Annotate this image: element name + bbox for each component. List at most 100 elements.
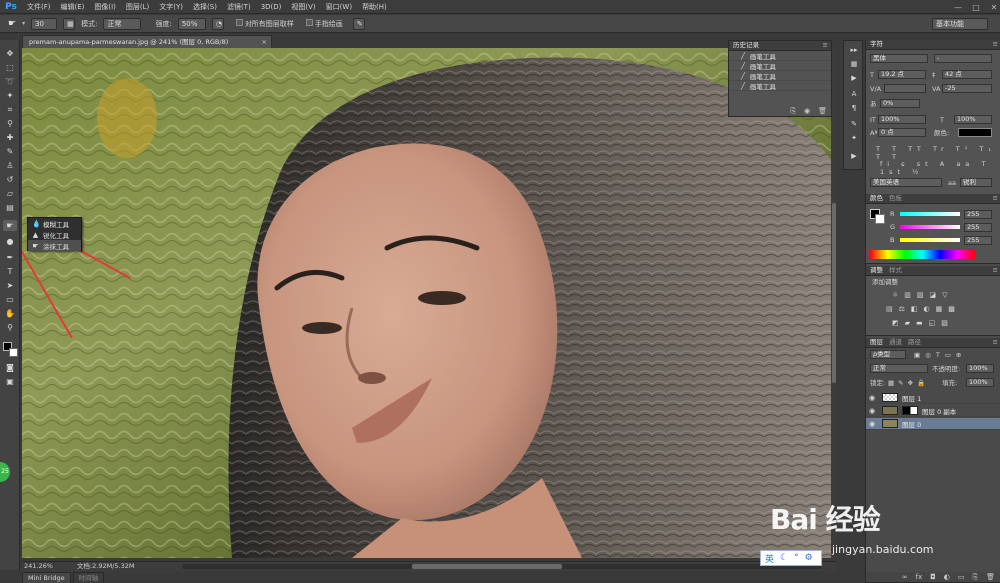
menu-filter[interactable]: 滤镜(T) <box>222 0 256 14</box>
pressure-icon[interactable]: ◔ <box>211 17 224 30</box>
blend-mode-select[interactable]: 正常 <box>870 364 928 373</box>
history-panel-title[interactable]: 历史记录 <box>733 41 759 49</box>
channel-value[interactable]: 255 <box>964 236 992 245</box>
tab-channels[interactable]: 通道 <box>889 338 902 347</box>
menu-help[interactable]: 帮助(H) <box>357 0 392 14</box>
lock-icons[interactable]: ▦✎✥🔒 <box>888 379 929 387</box>
vertical-scrollbar-thumb[interactable] <box>832 203 836 383</box>
finger-paint-checkbox[interactable] <box>305 18 313 26</box>
tab-paths[interactable]: 路径 <box>908 338 921 347</box>
brush-tool-icon[interactable]: ✎ <box>3 146 17 157</box>
gradient-tool-icon[interactable]: ▤ <box>3 202 17 213</box>
collapse-icon[interactable]: ▸▸ <box>848 45 860 55</box>
adjustment-icons-row-3[interactable]: ◩▰▬◱▨ <box>892 319 954 327</box>
list-item[interactable]: ╱ 画笔工具 <box>729 61 831 71</box>
font-size-input[interactable]: 19.2 点 <box>878 70 926 79</box>
menu-image[interactable]: 图像(I) <box>89 0 121 14</box>
pen-tool-icon[interactable]: ✒ <box>3 252 17 263</box>
tab-character[interactable]: 字符 <box>870 40 883 49</box>
sample-all-layers-option[interactable]: 对所有图层取样 <box>235 18 294 29</box>
maximize-icon[interactable]: □ <box>972 3 980 12</box>
menu-view[interactable]: 视图(V) <box>286 0 320 14</box>
brush-panel-toggle-icon[interactable]: ▦ <box>63 17 76 30</box>
trash-icon[interactable]: 🗑 <box>986 572 995 582</box>
smudge-tool-preset-icon[interactable]: ☛ <box>8 19 16 29</box>
eyedropper-tool-icon[interactable]: ⚲ <box>3 118 17 129</box>
horizontal-scrollbar-thumb[interactable] <box>412 564 562 569</box>
table-row[interactable]: ◉ 图层 0 <box>866 418 1000 430</box>
paragraph-panel-icon[interactable]: ¶ <box>848 103 860 113</box>
text-color-swatch[interactable] <box>958 128 992 137</box>
channel-value[interactable]: 255 <box>964 210 992 219</box>
menu-file[interactable]: 文件(F) <box>22 0 56 14</box>
tab-layers[interactable]: 图层 <box>870 338 883 347</box>
quick-mask-icon[interactable]: ◙ <box>3 362 17 373</box>
trash-icon[interactable]: 🗑 <box>818 106 827 116</box>
background-color-swatch[interactable] <box>9 348 18 357</box>
brush-size-preview[interactable]: 30 <box>31 17 58 30</box>
font-style-select[interactable]: - <box>934 54 992 63</box>
table-row[interactable]: ◉ 图层 1 <box>866 392 1000 404</box>
gear-icon[interactable]: ⚙ <box>805 553 813 563</box>
adjustment-icons-row-1[interactable]: ☼▥▨◪▽ <box>892 291 954 299</box>
close-icon[interactable]: ✕ <box>990 3 998 12</box>
eraser-tool-icon[interactable]: ▱ <box>3 188 17 199</box>
eye-icon[interactable]: ◉ <box>866 420 878 428</box>
moon-icon[interactable]: ☾ <box>780 553 788 563</box>
menu-3d[interactable]: 3D(D) <box>256 0 287 14</box>
finger-paint-option[interactable]: 手指绘画 <box>305 18 343 29</box>
ime-language-label[interactable]: 英 <box>765 552 774 565</box>
font-family-select[interactable]: 黑体 <box>870 54 928 63</box>
panel-menu-icon[interactable]: ≡ <box>993 40 998 49</box>
panel-menu-icon[interactable]: ≡ <box>823 41 828 50</box>
menu-type[interactable]: 文字(Y) <box>154 0 188 14</box>
eye-icon[interactable]: ◉ <box>866 407 878 415</box>
new-layer-icon[interactable]: ⎘ <box>973 572 979 582</box>
actions-panel-icon[interactable]: ▶ <box>848 73 860 83</box>
slider-track[interactable] <box>900 225 960 229</box>
mask-icon[interactable]: ◘ <box>930 572 936 582</box>
healing-brush-tool-icon[interactable]: ✚ <box>3 132 17 143</box>
document-close-icon[interactable]: × <box>262 36 267 48</box>
flyout-item-sharpen[interactable]: ▲ 锐化工具 <box>28 229 81 240</box>
tab-timeline[interactable]: 时间轴 <box>72 572 105 583</box>
crop-tool-icon[interactable]: ⌗ <box>3 104 17 115</box>
folder-icon[interactable]: ▭ <box>958 572 965 582</box>
kerning-input[interactable] <box>884 84 926 93</box>
panel-menu-icon[interactable]: ≡ <box>993 338 998 347</box>
document-tab[interactable]: premam-anupama-parmeswaran.jpg @ 241% (图… <box>22 35 272 48</box>
zoom-tool-icon[interactable]: ⚲ <box>3 322 17 333</box>
dodge-tool-icon[interactable]: ● <box>3 236 17 247</box>
horizontal-scrollbar[interactable] <box>182 564 822 569</box>
new-document-icon[interactable]: ⎘ <box>790 106 796 116</box>
flyout-item-smudge[interactable]: ☛ 涂抹工具 <box>28 240 81 251</box>
canvas-area[interactable] <box>22 48 836 558</box>
slider-blue[interactable]: B 255 <box>870 236 995 245</box>
tab-swatches[interactable]: 色板 <box>889 194 902 203</box>
slider-track[interactable] <box>900 212 960 216</box>
tool-presets-icon[interactable]: ✎ <box>848 119 860 129</box>
tsume-input[interactable]: 0% <box>880 99 920 108</box>
slider-track[interactable] <box>900 238 960 242</box>
workspace-select[interactable]: 基本功能 <box>932 18 988 30</box>
history-panel-icon[interactable]: ▦ <box>848 59 860 69</box>
tablet-pressure-icon[interactable]: ✎ <box>352 17 365 30</box>
shape-tool-icon[interactable]: ▭ <box>3 294 17 305</box>
panel-menu-icon[interactable]: ≡ <box>993 194 998 203</box>
dot-icon[interactable]: ° <box>794 553 799 563</box>
minimize-icon[interactable]: — <box>954 3 962 12</box>
clone-stamp-tool-icon[interactable]: ♙ <box>3 160 17 171</box>
link-icon[interactable]: ∞ <box>902 572 908 582</box>
play-icon[interactable]: ▶ <box>848 151 860 161</box>
zoom-level[interactable]: 241.26% <box>24 562 53 571</box>
leading-input[interactable]: 42 点 <box>942 70 992 79</box>
tab-adjustments[interactable]: 调整 <box>870 266 883 275</box>
language-select[interactable]: 美国英语 <box>870 178 942 187</box>
horizontal-scale-input[interactable]: 100% <box>954 115 992 124</box>
camera-icon[interactable]: ◉ <box>804 106 810 116</box>
vertical-scrollbar[interactable] <box>831 48 837 558</box>
slider-red[interactable]: R 255 <box>870 210 995 219</box>
screen-mode-icon[interactable]: ▣ <box>3 376 17 387</box>
fx-icon[interactable]: fx <box>916 572 923 582</box>
eye-icon[interactable]: ◉ <box>866 394 878 402</box>
